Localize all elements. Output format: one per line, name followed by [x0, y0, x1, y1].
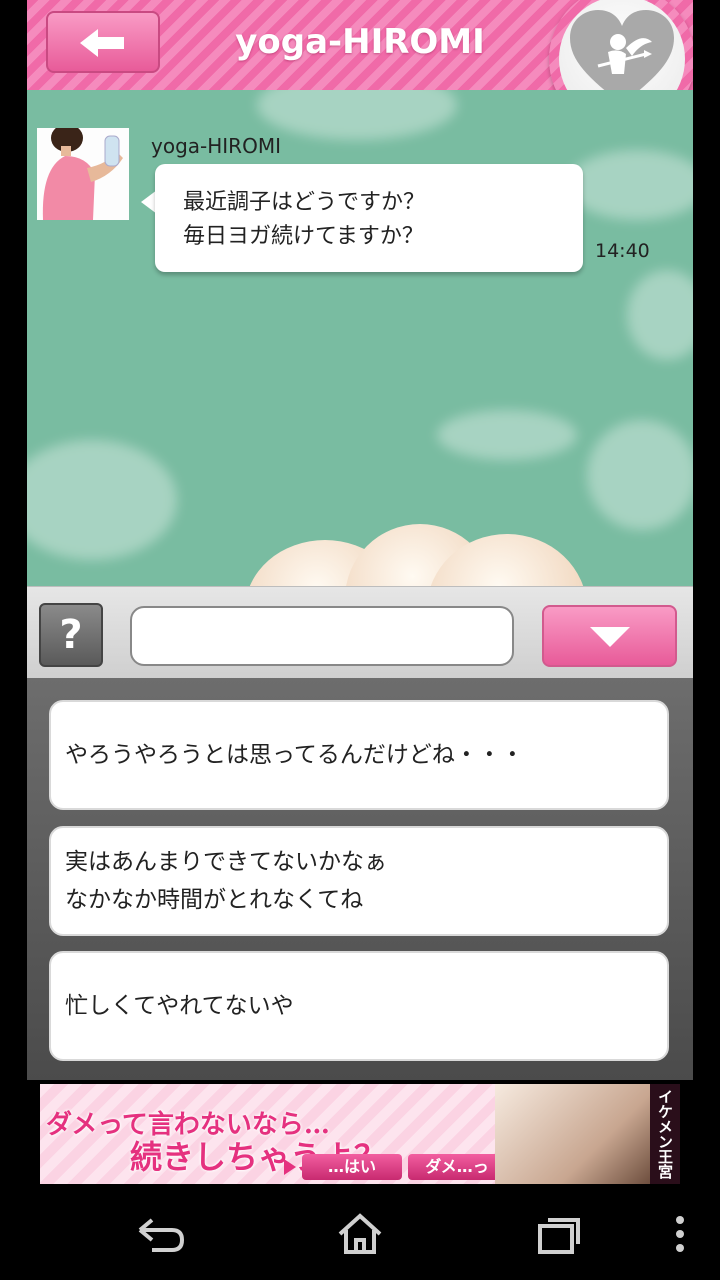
reply-choices: やろうやろうとは思ってるんだけどね・・・ 実はあんまりできてないかなぁ なかなか… [27, 678, 693, 1080]
help-button[interactable]: ? [39, 603, 103, 667]
chat-screen: yoga-HIROMI yoga-HIROMI 最近調子はどうですか？ 毎日ヨガ… [27, 0, 693, 1080]
message-bubble: 最近調子はどうですか？ 毎日ヨガ続けてますか？ [155, 164, 583, 272]
back-arrow-icon [80, 29, 124, 57]
message-time: 14:40 [595, 240, 650, 262]
reply-choice-3[interactable]: 忙しくてやれてないや [49, 951, 669, 1061]
ad-brand: イケメン王宮 [650, 1084, 680, 1184]
help-icon: ? [59, 612, 83, 658]
ad-banner[interactable]: ダメって言わないなら… 続きしちゃうよ？ …はい ダメ…っ イケメン王宮 [40, 1084, 680, 1184]
play-icon [284, 1159, 296, 1175]
choices-toggle-button[interactable] [542, 605, 677, 667]
ad-image [495, 1084, 670, 1184]
system-nav-bar [0, 1190, 720, 1280]
ad-no-button[interactable]: ダメ…っ [408, 1154, 506, 1180]
sender-name: yoga-HIROMI [151, 134, 281, 158]
nav-menu-icon[interactable] [672, 1212, 688, 1256]
avatar-image [37, 128, 129, 220]
reply-choice-2[interactable]: 実はあんまりできてないかなぁ なかなか時間がとれなくてね [49, 826, 669, 936]
page-title: yoga-HIROMI [235, 22, 485, 62]
avatar[interactable] [37, 128, 129, 220]
back-button[interactable] [46, 11, 160, 73]
input-bar: ? [27, 586, 693, 679]
dropdown-arrow-icon [590, 627, 630, 647]
nav-home-icon[interactable] [336, 1212, 384, 1256]
ad-yes-button[interactable]: …はい [302, 1154, 402, 1180]
nav-back-icon[interactable] [134, 1212, 186, 1256]
nav-recents-icon[interactable] [536, 1212, 584, 1256]
reply-choice-1[interactable]: やろうやろうとは思ってるんだけどね・・・ [49, 700, 669, 810]
chat-area[interactable]: yoga-HIROMI 最近調子はどうですか？ 毎日ヨガ続けてますか？ 14:4… [27, 90, 693, 586]
message-text: 最近調子はどうですか？ 毎日ヨガ続けてますか？ [183, 190, 426, 249]
message-input[interactable] [130, 606, 514, 666]
